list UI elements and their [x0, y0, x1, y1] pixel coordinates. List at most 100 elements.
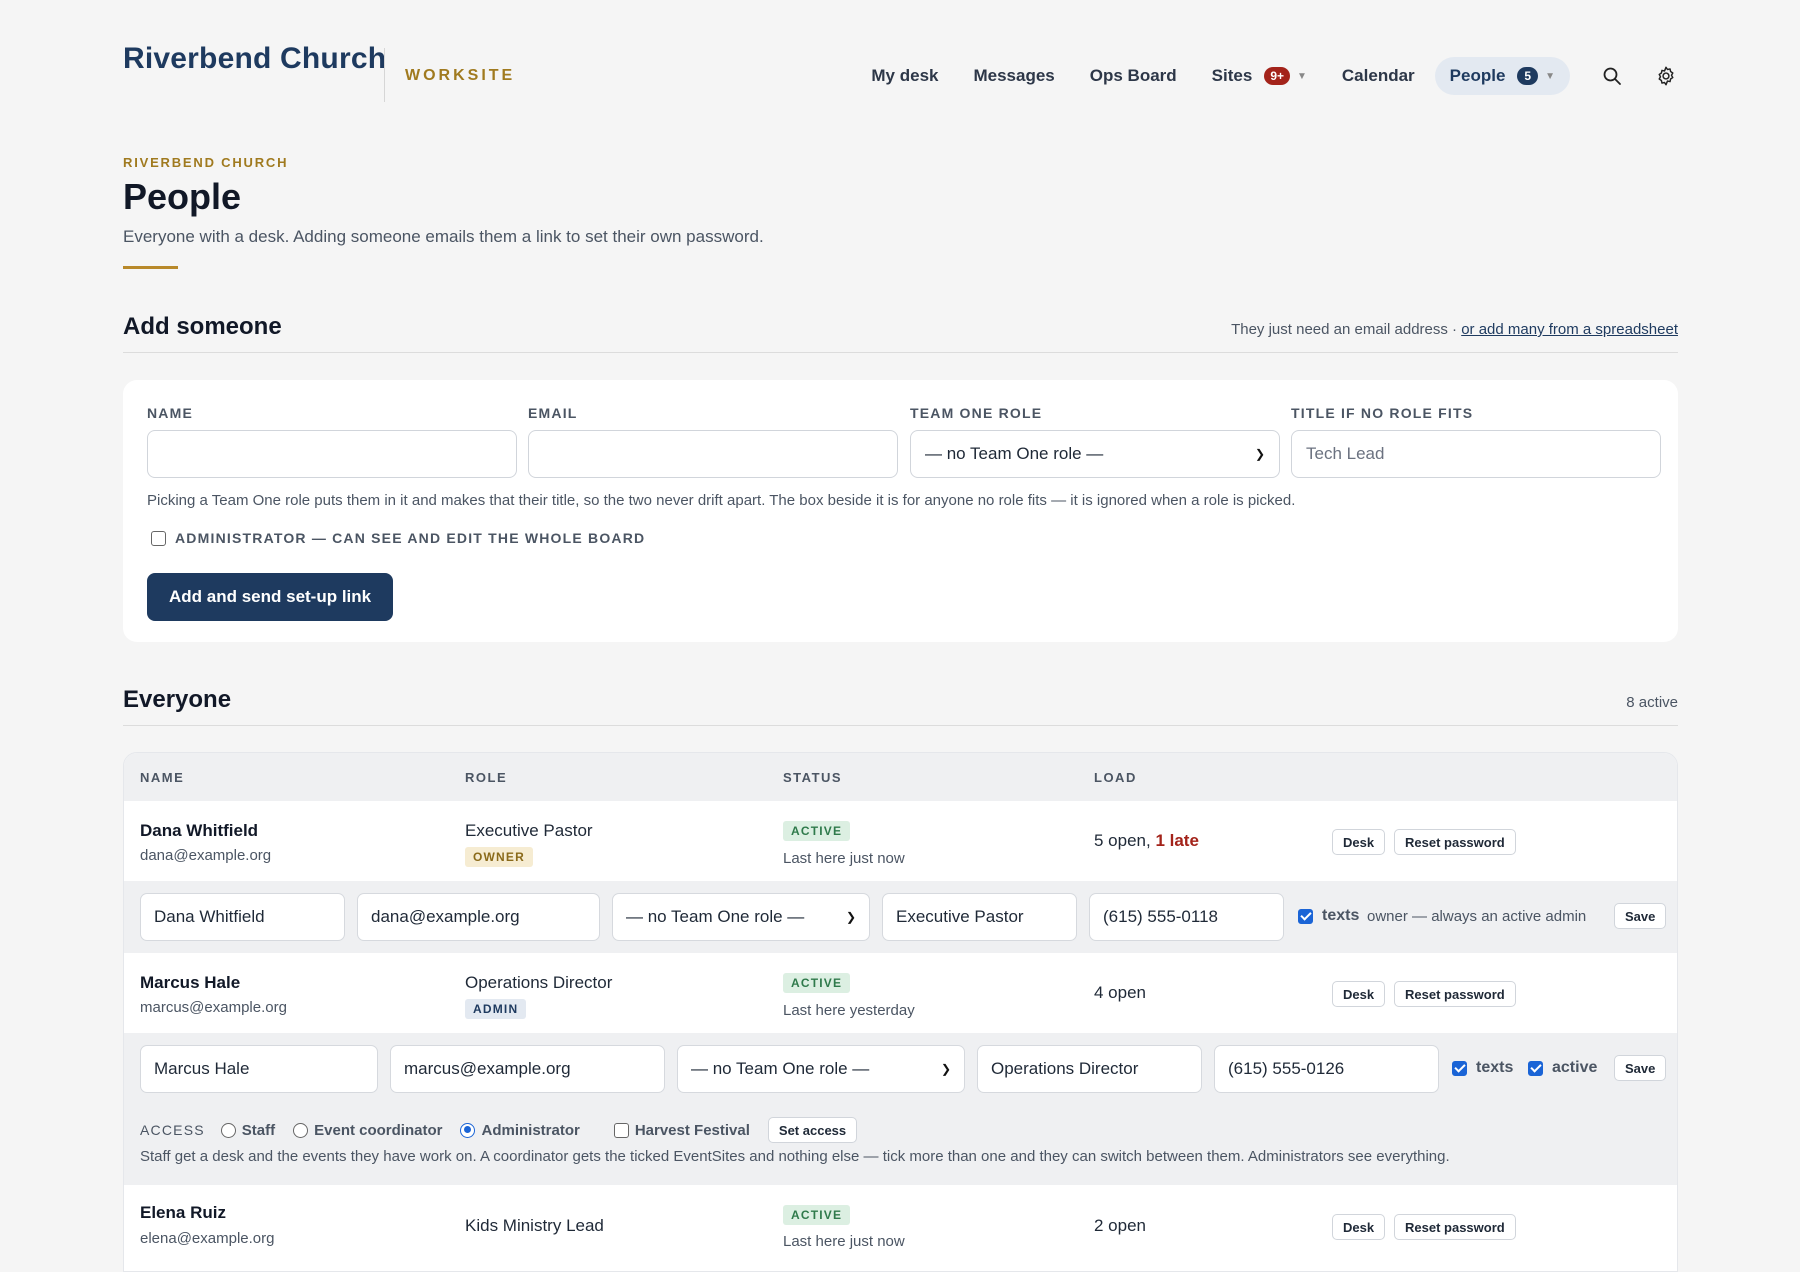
owner-tag: OWNER [465, 847, 533, 867]
admin-checkbox-label: ADMINISTRATOR — CAN SEE AND EDIT THE WHO… [175, 530, 646, 546]
nav-label: Sites [1211, 66, 1253, 85]
brand-logo[interactable]: Riverbend Church [123, 42, 386, 76]
owner-note: owner — always an active admin [1367, 908, 1587, 925]
team-role-select[interactable]: — no Team One role — ❯ [910, 430, 1280, 478]
admin-tag: ADMIN [465, 999, 527, 1019]
email-input[interactable] [528, 430, 898, 478]
admin-checkbox-row[interactable]: ADMINISTRATOR — CAN SEE AND EDIT THE WHO… [151, 530, 645, 546]
title-label: TITLE IF NO ROLE FITS [1291, 405, 1474, 421]
select-value: — no Team One role — [691, 1059, 870, 1078]
top-bar: Riverbend Church WORKSITE My desk Messag… [123, 0, 1678, 150]
access-option-staff[interactable]: Staff [220, 1121, 276, 1139]
title-input[interactable]: Tech Lead [1291, 430, 1661, 478]
nav-label: My desk [871, 66, 939, 85]
edit-phone-field[interactable]: (615) 555-0118 [1089, 893, 1284, 941]
add-someone-header: Add someone They just need an email addr… [123, 313, 1678, 353]
save-button[interactable]: Save [1614, 903, 1667, 929]
nav-calendar[interactable]: Calendar [1342, 66, 1415, 86]
col-load: LOAD [1094, 770, 1137, 785]
reset-password-button[interactable]: Reset password [1394, 829, 1516, 855]
texts-label: texts [1322, 907, 1360, 924]
gear-icon[interactable] [1654, 64, 1678, 88]
nav-label: People [1449, 66, 1506, 85]
texts-toggle[interactable]: texts [1452, 1059, 1513, 1077]
edit-email-field[interactable]: dana@example.org [357, 893, 600, 941]
page-subtitle: Everyone with a desk. Adding someone ema… [123, 227, 764, 246]
nav-ops-board[interactable]: Ops Board [1090, 66, 1177, 86]
title-accent-rule [123, 266, 178, 269]
sites-count-badge: 9+ [1264, 67, 1290, 85]
access-note: Staff get a desk and the events they hav… [140, 1148, 1450, 1165]
desk-button[interactable]: Desk [1332, 981, 1386, 1007]
reset-password-button[interactable]: Reset password [1394, 981, 1516, 1007]
col-name: NAME [140, 770, 185, 785]
site-checkbox[interactable] [613, 1122, 629, 1138]
edit-row: Dana Whitfield dana@example.org — no Tea… [124, 881, 1677, 953]
edit-name-field[interactable]: Marcus Hale [140, 1045, 378, 1093]
status-badge: ACTIVE [783, 973, 851, 993]
everyone-heading: Everyone [123, 686, 232, 713]
table-row: Dana Whitfield dana@example.org Executiv… [124, 801, 1677, 881]
nav-my-desk[interactable]: My desk [871, 66, 938, 86]
add-someone-heading: Add someone [123, 313, 282, 340]
access-option-coordinator[interactable]: Event coordinator [293, 1122, 442, 1139]
desk-button[interactable]: Desk [1332, 829, 1386, 855]
save-button[interactable]: Save [1614, 1055, 1667, 1081]
main-nav: My desk Messages Ops Board Sites 9+ ▼ Ca… [836, 56, 1678, 96]
select-value: — no Team One role — [925, 444, 1104, 463]
active-checkbox[interactable] [1528, 1060, 1543, 1076]
radio-staff[interactable] [220, 1122, 236, 1138]
admin-checkbox[interactable] [151, 530, 166, 546]
access-controls: ACCESS Staff Event coordinator Administr… [140, 1117, 858, 1143]
radio-label: Staff [241, 1121, 276, 1139]
desk-button[interactable]: Desk [1332, 1214, 1386, 1240]
page-title: People [123, 176, 242, 217]
table-header: NAME ROLE STATUS LOAD [124, 753, 1677, 801]
nav-people[interactable]: People 5 ▼ [1434, 57, 1570, 95]
table-row: Marcus Hale marcus@example.org Operation… [124, 953, 1677, 1033]
active-toggle[interactable]: active [1528, 1059, 1597, 1077]
person-role: Kids Ministry Lead [465, 1216, 604, 1235]
texts-checkbox[interactable] [1298, 908, 1313, 924]
add-someone-aside: They just need an email address · or add… [1231, 321, 1678, 338]
radio-coordinator[interactable] [293, 1122, 309, 1138]
nav-sites[interactable]: Sites 9+ ▼ [1212, 66, 1307, 86]
people-count-badge: 5 [1517, 67, 1539, 85]
edit-name-field[interactable]: Dana Whitfield [140, 893, 345, 941]
last-seen: Last here yesterday [783, 1002, 915, 1019]
nav-label: Ops Board [1089, 66, 1177, 85]
texts-toggle[interactable]: texts [1298, 907, 1359, 925]
last-seen: Last here just now [783, 850, 905, 867]
last-seen: Last here just now [783, 1233, 905, 1250]
people-table: NAME ROLE STATUS LOAD Dana Whitfield dan… [123, 752, 1678, 1272]
person-email: marcus@example.org [140, 999, 287, 1016]
edit-team-role-select[interactable]: — no Team One role — ❯ [677, 1045, 965, 1093]
chevron-down-icon: ▼ [1545, 70, 1555, 82]
workload: 2 open [1094, 1216, 1146, 1235]
edit-team-role-select[interactable]: — no Team One role — ❯ [612, 893, 870, 941]
nav-messages[interactable]: Messages [973, 66, 1054, 86]
edit-title-field[interactable]: Operations Director [977, 1045, 1202, 1093]
reset-password-button[interactable]: Reset password [1394, 1214, 1516, 1240]
name-input[interactable] [147, 430, 517, 478]
site-access-harvest-festival[interactable]: Harvest Festival [613, 1122, 750, 1139]
radio-administrator[interactable] [460, 1122, 476, 1138]
spreadsheet-import-link[interactable]: or add many from a spreadsheet [1461, 321, 1678, 338]
aside-text: They just need an email address · [1231, 321, 1462, 338]
edit-phone-field[interactable]: (615) 555-0126 [1214, 1045, 1439, 1093]
chevron-down-icon: ❯ [940, 1062, 951, 1076]
col-status: STATUS [783, 770, 843, 785]
set-access-button[interactable]: Set access [767, 1117, 858, 1143]
edit-email-field[interactable]: marcus@example.org [390, 1045, 665, 1093]
late-count: 1 late [1155, 831, 1199, 850]
radio-label: Administrator [481, 1121, 580, 1139]
texts-checkbox[interactable] [1452, 1060, 1467, 1076]
access-label: ACCESS [140, 1122, 205, 1138]
access-option-administrator[interactable]: Administrator [460, 1121, 580, 1139]
edit-title-field[interactable]: Executive Pastor [882, 893, 1077, 941]
add-person-form: NAME EMAIL TEAM ONE ROLE TITLE IF NO ROL… [123, 380, 1678, 642]
person-email: elena@example.org [140, 1230, 275, 1247]
texts-label: texts [1476, 1059, 1514, 1076]
search-icon[interactable] [1600, 64, 1624, 88]
add-and-send-button[interactable]: Add and send set-up link [147, 573, 394, 621]
